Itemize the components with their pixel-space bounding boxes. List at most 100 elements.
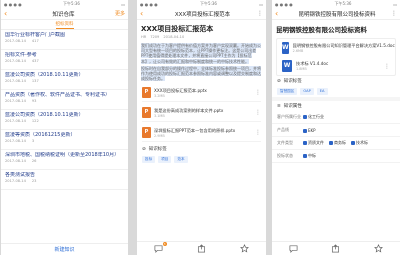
list-item[interactable]: 国华行业标杆客户门户截图 2017-08-14 417 bbox=[1, 30, 128, 50]
item-meta: 2017-08-14 122 bbox=[5, 119, 124, 123]
document-body-paragraph: 投标时在自我部分的操作过程中，全体标准投标参照统一项目，并将作为使用成功的投标汇… bbox=[137, 65, 266, 83]
property-value: 商务标 bbox=[334, 140, 346, 145]
view-count: 7209 bbox=[150, 35, 160, 39]
back-arrow-icon[interactable]: ‹ bbox=[140, 9, 148, 19]
checkbox-checked-icon bbox=[303, 154, 307, 158]
star-icon[interactable] bbox=[240, 244, 250, 254]
attachment-row[interactable]: P 深圳投标汇报PPT范本—包含用的原样.pptx 2.9MB ⋮ bbox=[142, 124, 261, 143]
more-dots-icon[interactable]: ⋮ bbox=[384, 63, 390, 70]
item-view-count: 23 bbox=[31, 179, 37, 183]
property-option[interactable]: 化工行业 bbox=[303, 114, 324, 120]
list-item[interactable]: 深圳市地税、国税纳税证明（更新至2018年10月） 2017-08-14 26 bbox=[1, 150, 128, 170]
attachment-size: 3.1MB bbox=[154, 113, 165, 118]
nav-title: 昆明钢铁控股有限公司投标资料 bbox=[298, 11, 376, 18]
file-row[interactable]: W 技术标 V1.4.doc 1.8MB ⋮ bbox=[277, 57, 395, 75]
property-row: 文件类型 资质文件 商务标 技术标 bbox=[272, 137, 400, 150]
tag-row: 智慧园区 OAP EA bbox=[272, 86, 400, 97]
knowledge-tags-header: ⊘ 知识标签 bbox=[272, 76, 400, 86]
status-time: 下午5:36 bbox=[200, 1, 217, 6]
item-meta: 2017-08-14 3 bbox=[5, 139, 124, 143]
property-value: EKP bbox=[308, 127, 316, 133]
list-item[interactable]: 蓝凌等资质（20161215更新） 2017-08-14 3 bbox=[1, 130, 128, 150]
comment-count-badge: 3 bbox=[162, 241, 167, 246]
item-date: 2017-08-14 bbox=[5, 159, 26, 163]
status-carrier: ● ● ● ● bbox=[140, 1, 158, 7]
list-icon: ≡ bbox=[277, 103, 281, 109]
checkbox-checked-icon bbox=[303, 115, 307, 119]
back-arrow-icon[interactable]: ‹ bbox=[4, 9, 12, 19]
property-option[interactable]: 技术标 bbox=[351, 140, 368, 146]
back-arrow-icon[interactable]: ‹ bbox=[275, 9, 283, 19]
item-title: 各类测试报告 bbox=[5, 172, 36, 178]
document-body-paragraph: 我们成功在于为客户提供有价值方案并为客户实现双赢。开始成为公司大型有统一项目的投… bbox=[137, 42, 266, 65]
file-size: 2.6MB bbox=[292, 49, 304, 53]
item-view-count: 437 bbox=[31, 59, 39, 63]
file-name: 昆明钢铁控股有限公司知识管理平台解决方案V1.5.doc bbox=[292, 43, 395, 48]
tag-chip[interactable]: 智慧园区 bbox=[277, 88, 298, 95]
comment-icon[interactable] bbox=[288, 244, 298, 254]
star-icon[interactable] bbox=[374, 244, 384, 254]
author: HR bbox=[141, 35, 147, 39]
list-item[interactable]: 蓝凌公司资质（2018.10.11更新） 2017-08-14 137 bbox=[1, 70, 128, 90]
screen-ppt-document: ● ● ● ● 下午5:36 ▭ ‹ XXX项目投标汇报范本 ⋮ XXX项目投标… bbox=[137, 0, 266, 255]
property-option[interactable]: 中标 bbox=[303, 153, 316, 159]
list-item[interactable]: 产品资质（著作权、软件产品证书、专利证书） 2017-08-14 93 bbox=[1, 90, 128, 110]
tag-chip[interactable]: 投标 bbox=[142, 156, 156, 164]
property-values: EKP bbox=[303, 128, 316, 133]
property-label: 投标状态 bbox=[277, 153, 293, 158]
share-icon[interactable] bbox=[197, 244, 207, 254]
more-dots-icon[interactable]: ⋮ bbox=[255, 109, 261, 116]
comment-icon[interactable]: 3 bbox=[154, 241, 167, 254]
checkbox-checked-icon bbox=[303, 128, 307, 133]
item-title: 国华行业标杆客户门户截图 bbox=[5, 32, 66, 38]
item-view-count: 417 bbox=[31, 39, 39, 43]
item-date: 2017-08-14 bbox=[5, 99, 26, 103]
more-dots-icon[interactable]: ⋮ bbox=[391, 10, 397, 17]
tag-icon: ⊘ bbox=[277, 78, 281, 84]
new-knowledge-button[interactable]: 新建知识 bbox=[1, 243, 128, 255]
ppt-file-icon: P bbox=[142, 107, 151, 119]
screen-word-documents: ● ● ● ● 下午5:36 ▭ ‹ 昆明钢铁控股有限公司投标资料 ⋮ 昆明钢铁… bbox=[272, 0, 400, 255]
property-value: 技术标 bbox=[356, 140, 368, 145]
tab-bid-materials[interactable]: 招标资料 bbox=[55, 21, 74, 29]
item-date: 2017-08-14 bbox=[5, 119, 26, 123]
publish-date: 2018-04-10 bbox=[163, 35, 185, 39]
tag-chip[interactable]: 范本 bbox=[174, 156, 188, 164]
property-option[interactable]: EKP bbox=[303, 128, 316, 133]
file-size: 1.8MB bbox=[296, 67, 307, 71]
list-item[interactable]: 各类测试报告 2017-08-14 23 bbox=[1, 170, 128, 190]
more-dots-icon[interactable]: ⋮ bbox=[257, 10, 263, 17]
share-icon[interactable] bbox=[331, 244, 341, 254]
tag-chip[interactable]: OAP bbox=[300, 88, 314, 95]
attachment-row[interactable]: P XXX项目投标汇报范本.pptx 3.2MB ⋮ bbox=[142, 84, 261, 103]
item-meta: 2017-08-14 437 bbox=[5, 59, 124, 63]
document-meta: HR 7209 2018-04-10 bbox=[137, 35, 266, 42]
property-option[interactable]: 商务标 bbox=[329, 140, 346, 146]
more-button[interactable]: 更多 bbox=[115, 10, 125, 17]
file-info: 昆明钢铁控股有限公司知识管理平台解决方案V1.5.doc 2.6MB bbox=[293, 43, 395, 53]
property-option[interactable]: 资质文件 bbox=[303, 140, 324, 146]
highlighted-text: 投标时在自我部分的操作过程中，全体标准投标参照统一项目，并将作为使用成功的投标汇… bbox=[141, 65, 261, 82]
tag-chip[interactable]: 项目 bbox=[158, 156, 172, 164]
more-dots-icon[interactable]: ⋮ bbox=[255, 89, 261, 96]
item-date: 2017-08-14 bbox=[5, 79, 26, 83]
tag-chip[interactable]: EA bbox=[316, 88, 328, 95]
item-title: 蓝凌公司资质（2018.10.11更新） bbox=[5, 72, 84, 78]
ppt-file-icon: P bbox=[142, 87, 151, 99]
property-row: 客户所属行业 化工行业 bbox=[272, 111, 400, 124]
item-meta: 2017-08-14 23 bbox=[5, 179, 124, 183]
file-row[interactable]: W昆明钢铁控股有限公司知识管理平台解决方案V1.5.doc2.6MB⋮ bbox=[277, 39, 400, 57]
document-title: 昆明钢铁控股有限公司投标资料 bbox=[276, 26, 367, 34]
bottom-action-bar: 3 bbox=[137, 241, 266, 255]
status-time: 下午5:36 bbox=[334, 1, 352, 6]
more-dots-icon[interactable]: ⋮ bbox=[255, 129, 261, 136]
nav-bar: ‹ 昆明钢铁控股有限公司投标资料 ⋮ bbox=[272, 8, 400, 20]
list-item[interactable]: 招标文件-参考 2017-08-14 437 bbox=[1, 50, 128, 70]
attachment-info: XXX项目投标汇报范本.pptx 3.2MB bbox=[154, 88, 252, 98]
property-label: 客户所属行业 bbox=[277, 114, 301, 119]
attachment-row[interactable]: P 我是这份高成功案例的样本文件.pptx 3.1MB ⋮ bbox=[142, 104, 261, 123]
list-item[interactable]: 蓝凌公司资质（2018.10.11更新） 2017-08-14 122 bbox=[1, 110, 128, 130]
highlighted-text: 我们成功在于为客户提供有价值方案并为客户实现双赢。开始成为公司大型有统一项目的投… bbox=[141, 43, 261, 64]
section-label: 知识标签 bbox=[283, 79, 302, 84]
checkbox-checked-icon bbox=[351, 141, 355, 145]
